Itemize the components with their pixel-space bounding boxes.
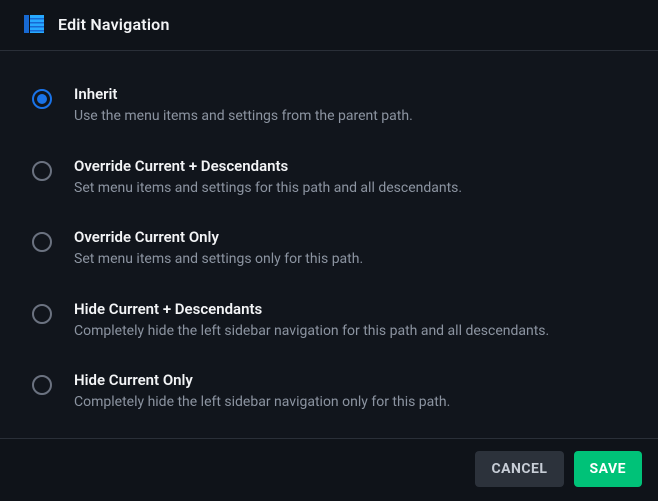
option-title: Override Current + Descendants [74, 157, 462, 175]
option-title: Inherit [74, 85, 413, 103]
option-title: Hide Current + Descendants [74, 300, 549, 318]
radio-hide-current-only[interactable] [32, 375, 52, 395]
edit-navigation-dialog: Edit Navigation Inherit Use the menu ite… [0, 0, 658, 501]
option-description: Use the menu items and settings from the… [74, 107, 413, 127]
navigation-icon [24, 14, 44, 34]
option-description: Set menu items and settings only for thi… [74, 250, 363, 270]
option-title: Override Current Only [74, 228, 363, 246]
dialog-footer: CANCEL SAVE [0, 438, 658, 501]
option-override-current-descendants[interactable]: Override Current + Descendants Set menu … [24, 145, 634, 217]
option-description: Completely hide the left sidebar navigat… [74, 393, 450, 413]
option-text: Hide Current + Descendants Completely hi… [74, 300, 549, 342]
option-text: Override Current + Descendants Set menu … [74, 157, 462, 199]
option-text: Hide Current Only Completely hide the le… [74, 371, 450, 413]
save-button[interactable]: SAVE [574, 451, 643, 487]
option-description: Completely hide the left sidebar navigat… [74, 322, 549, 342]
options-list: Inherit Use the menu items and settings … [0, 51, 658, 438]
dialog-title: Edit Navigation [58, 15, 170, 34]
radio-override-current-only[interactable] [32, 232, 52, 252]
radio-override-current-descendants[interactable] [32, 161, 52, 181]
option-override-current-only[interactable]: Override Current Only Set menu items and… [24, 216, 634, 288]
radio-inherit[interactable] [32, 89, 52, 109]
option-hide-current-descendants[interactable]: Hide Current + Descendants Completely hi… [24, 288, 634, 360]
option-hide-current-only[interactable]: Hide Current Only Completely hide the le… [24, 359, 634, 431]
option-title: Hide Current Only [74, 371, 450, 389]
option-text: Inherit Use the menu items and settings … [74, 85, 413, 127]
option-description: Set menu items and settings for this pat… [74, 179, 462, 199]
option-text: Override Current Only Set menu items and… [74, 228, 363, 270]
option-inherit[interactable]: Inherit Use the menu items and settings … [24, 73, 634, 145]
cancel-button[interactable]: CANCEL [475, 451, 563, 487]
radio-hide-current-descendants[interactable] [32, 304, 52, 324]
dialog-header: Edit Navigation [0, 0, 658, 51]
